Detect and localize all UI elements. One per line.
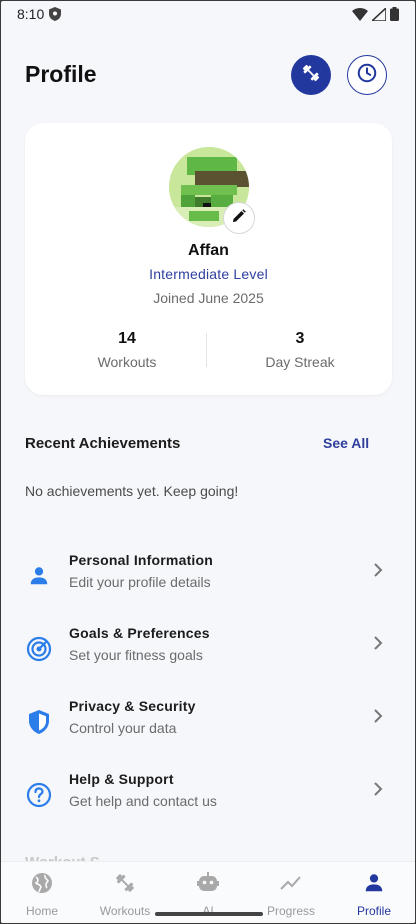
profile-screen: 8:10 Profile Affan Intermediate Level Jo… bbox=[1, 1, 415, 923]
pencil-icon bbox=[232, 208, 246, 228]
target-icon bbox=[25, 635, 53, 663]
status-icons bbox=[352, 5, 399, 26]
achievements-title: Recent Achievements bbox=[25, 435, 181, 452]
menu-item-goals-preferences[interactable]: Goals & Preferences Set your fitness goa… bbox=[1, 625, 415, 689]
stat-value: 14 bbox=[118, 330, 136, 347]
nav-label: Home bbox=[25, 904, 58, 918]
robot-icon bbox=[168, 870, 248, 896]
stat-divider bbox=[206, 333, 207, 367]
nav-progress[interactable]: Progress bbox=[251, 870, 331, 918]
menu-item-title: Help & Support bbox=[69, 771, 174, 787]
home-indicator[interactable] bbox=[155, 912, 263, 916]
person-icon bbox=[334, 870, 414, 896]
shield-status-icon bbox=[49, 7, 61, 26]
menu-item-title: Goals & Preferences bbox=[69, 625, 210, 641]
stat-label: Workouts bbox=[97, 354, 157, 370]
chevron-right-icon bbox=[371, 781, 385, 802]
shield-icon bbox=[25, 708, 53, 736]
trending-up-icon bbox=[251, 870, 331, 896]
workouts-shortcut-button[interactable] bbox=[291, 55, 331, 95]
clock-icon bbox=[356, 62, 378, 89]
achievements-empty-text: No achievements yet. Keep going! bbox=[25, 483, 239, 499]
person-icon bbox=[25, 562, 53, 590]
dumbbell-icon bbox=[300, 62, 322, 89]
menu-item-subtitle: Edit your profile details bbox=[69, 574, 211, 590]
stat-workouts: 14 Workouts bbox=[47, 330, 207, 370]
user-name: Affan bbox=[188, 242, 229, 259]
stat-value: 3 bbox=[295, 330, 305, 347]
menu-item-personal-information[interactable]: Personal Information Edit your profile d… bbox=[1, 552, 415, 616]
stat-day-streak: 3 Day Streak bbox=[220, 330, 380, 370]
nav-label: Profile bbox=[356, 904, 391, 918]
signal-icon bbox=[369, 5, 387, 26]
joined-date: Joined June 2025 bbox=[153, 290, 264, 306]
chevron-right-icon bbox=[371, 635, 385, 656]
see-all-link[interactable]: See All bbox=[323, 435, 369, 451]
edit-avatar-button[interactable] bbox=[223, 202, 255, 234]
profile-card: Affan Intermediate Level Joined June 202… bbox=[25, 123, 392, 395]
menu-item-subtitle: Control your data bbox=[69, 720, 177, 736]
nav-label: Progress bbox=[266, 904, 316, 918]
nav-profile[interactable]: Profile bbox=[334, 870, 414, 918]
chevron-right-icon bbox=[371, 708, 385, 729]
nav-label: Workouts bbox=[99, 904, 151, 918]
history-button[interactable] bbox=[347, 55, 387, 95]
wifi-icon bbox=[352, 7, 368, 26]
status-time: 8:10 bbox=[17, 6, 45, 22]
menu-item-help-support[interactable]: Help & Support Get help and contact us bbox=[1, 771, 415, 835]
dumbbell-icon bbox=[85, 870, 165, 896]
nav-workouts[interactable]: Workouts bbox=[85, 870, 165, 918]
status-bar: 8:10 bbox=[1, 1, 415, 29]
nav-ai[interactable]: AI bbox=[168, 870, 248, 918]
menu-item-subtitle: Get help and contact us bbox=[69, 793, 217, 809]
globe-icon bbox=[2, 870, 82, 896]
user-level: Intermediate Level bbox=[149, 266, 268, 282]
help-icon bbox=[25, 781, 53, 809]
nav-home[interactable]: Home bbox=[2, 870, 82, 918]
stat-label: Day Streak bbox=[265, 354, 335, 370]
menu-item-subtitle: Set your fitness goals bbox=[69, 647, 203, 663]
menu-item-title: Personal Information bbox=[69, 552, 214, 568]
page-title: Profile bbox=[25, 61, 97, 87]
battery-icon bbox=[390, 7, 399, 26]
menu-item-title: Privacy & Security bbox=[69, 698, 196, 714]
menu-item-privacy-security[interactable]: Privacy & Security Control your data bbox=[1, 698, 415, 762]
chevron-right-icon bbox=[371, 562, 385, 583]
